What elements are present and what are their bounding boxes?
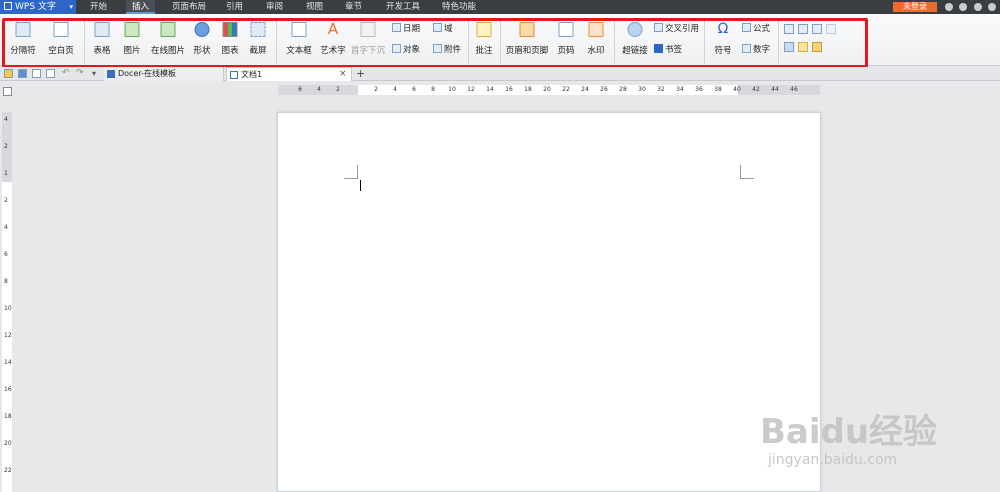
ribbon-highlight-box <box>2 18 868 68</box>
app-menu-button[interactable]: WPS 文字 ▾ <box>0 0 76 14</box>
print-preview-icon[interactable] <box>46 69 55 78</box>
close-tab-icon[interactable]: × <box>339 68 347 81</box>
ruler-tick-label: 36 <box>695 86 703 93</box>
ruler-tick-label: 10 <box>448 86 456 93</box>
help-icon[interactable] <box>959 3 967 11</box>
tab-developer[interactable]: 开发工具 <box>386 0 420 14</box>
ruler-tick-label: 12 <box>467 86 475 93</box>
tab-stop-selector[interactable] <box>3 87 12 96</box>
ruler-tick-label: 26 <box>600 86 608 93</box>
margin-corner-top-right <box>740 165 754 179</box>
shirt-icon[interactable] <box>974 3 982 11</box>
ruler-tick-label: 2 <box>4 197 8 204</box>
wps-logo-icon <box>4 2 12 10</box>
ruler-tick-label: 18 <box>4 413 12 420</box>
ruler-tick-label: 12 <box>4 332 12 339</box>
ruler-tick-label: 40 <box>733 86 741 93</box>
settings-icon[interactable] <box>988 3 996 11</box>
horizontal-ruler[interactable]: 6 4 2 2 4 6 8 10 12 14 16 18 20 22 24 26 28 30 32 34 36 38 40 4… <box>278 85 820 95</box>
menu-bar: WPS 文字 ▾ 开始 插入 页面布局 引用 审阅 视图 章节 开发工具 特色功… <box>0 0 1000 14</box>
ruler-tick-label: 4 <box>393 86 397 93</box>
tab-features[interactable]: 特色功能 <box>442 0 476 14</box>
ruler-tick-label: 44 <box>771 86 779 93</box>
baidu-watermark: Baidu经验 jingyan.baidu.com <box>760 380 1000 492</box>
ruler-tick-label: 16 <box>4 386 12 393</box>
ruler-tick-label: 22 <box>562 86 570 93</box>
vertical-ruler[interactable]: 4 2 1 2 4 6 8 10 12 14 16 18 20 22 <box>2 112 12 492</box>
tab-document1[interactable]: 文档1 × <box>226 67 352 81</box>
ruler-tick-label: 34 <box>676 86 684 93</box>
tab-docer-label: Docer-在线模板 <box>118 69 177 78</box>
tab-view[interactable]: 视图 <box>306 0 323 14</box>
text-cursor <box>360 180 361 191</box>
tab-document1-label: 文档1 <box>241 70 263 79</box>
document-page[interactable] <box>277 112 821 492</box>
skin-icon[interactable] <box>945 3 953 11</box>
print-icon[interactable] <box>32 69 41 78</box>
ruler-tick-label: 4 <box>4 116 8 123</box>
ruler-tick-label: 22 <box>4 467 12 474</box>
open-icon[interactable] <box>4 69 13 78</box>
app-name: WPS 文字 <box>15 2 56 12</box>
ruler-tick-label: 46 <box>790 86 798 93</box>
watermark-url: jingyan.baidu.com <box>768 452 898 468</box>
ruler-tick-label: 30 <box>638 86 646 93</box>
ruler-tick-label: 24 <box>581 86 589 93</box>
ruler-tick-label: 14 <box>486 86 494 93</box>
margin-corner-top-left <box>344 165 358 179</box>
save-icon[interactable] <box>18 69 27 78</box>
undo-icon[interactable]: ↶ <box>62 69 71 78</box>
ruler-tick-label: 16 <box>505 86 513 93</box>
document-tab-bar: ↶ ↷ ▾ Docer-在线模板 文档1 × + <box>0 67 1000 81</box>
ruler-tick-label: 1 <box>4 170 8 177</box>
ruler-tick-label: 20 <box>4 440 12 447</box>
docer-icon <box>107 70 115 78</box>
ruler-tick-label: 4 <box>317 86 321 93</box>
ruler-tick-label: 18 <box>524 86 532 93</box>
ruler-tick-label: 2 <box>4 143 8 150</box>
ruler-tick-label: 42 <box>752 86 760 93</box>
ruler-tick-label: 6 <box>4 251 8 258</box>
tab-docer-templates[interactable]: Docer-在线模板 <box>104 67 224 81</box>
ruler-tick-label: 8 <box>431 86 435 93</box>
ruler-tick-label: 28 <box>619 86 627 93</box>
ruler-tick-label: 32 <box>657 86 665 93</box>
customize-chevron-icon[interactable]: ▾ <box>92 69 101 78</box>
ruler-tick-label: 2 <box>336 86 340 93</box>
ruler-tick-label: 20 <box>543 86 551 93</box>
document-icon <box>230 71 238 79</box>
ruler-tick-label: 14 <box>4 359 12 366</box>
redo-icon[interactable]: ↷ <box>76 69 85 78</box>
chevron-down-icon: ▾ <box>69 3 73 11</box>
tab-insert[interactable]: 插入 <box>126 0 156 14</box>
tab-home[interactable]: 开始 <box>90 0 107 14</box>
watermark-brand: Baidu经验 <box>760 412 938 452</box>
ruler-tick-label: 6 <box>412 86 416 93</box>
ruler-tick-label: 8 <box>4 278 8 285</box>
tab-review[interactable]: 审阅 <box>266 0 283 14</box>
ruler-tick-label: 2 <box>374 86 378 93</box>
new-tab-button[interactable]: + <box>356 67 365 80</box>
tab-references[interactable]: 引用 <box>226 0 243 14</box>
ruler-tick-label: 4 <box>4 224 8 231</box>
login-button[interactable]: 未登录 <box>893 2 937 12</box>
tab-page-layout[interactable]: 页面布局 <box>172 0 206 14</box>
ruler-tick-label: 10 <box>4 305 12 312</box>
ruler-tick-label: 38 <box>714 86 722 93</box>
ruler-tick-label: 6 <box>298 86 302 93</box>
tab-chapter[interactable]: 章节 <box>345 0 362 14</box>
